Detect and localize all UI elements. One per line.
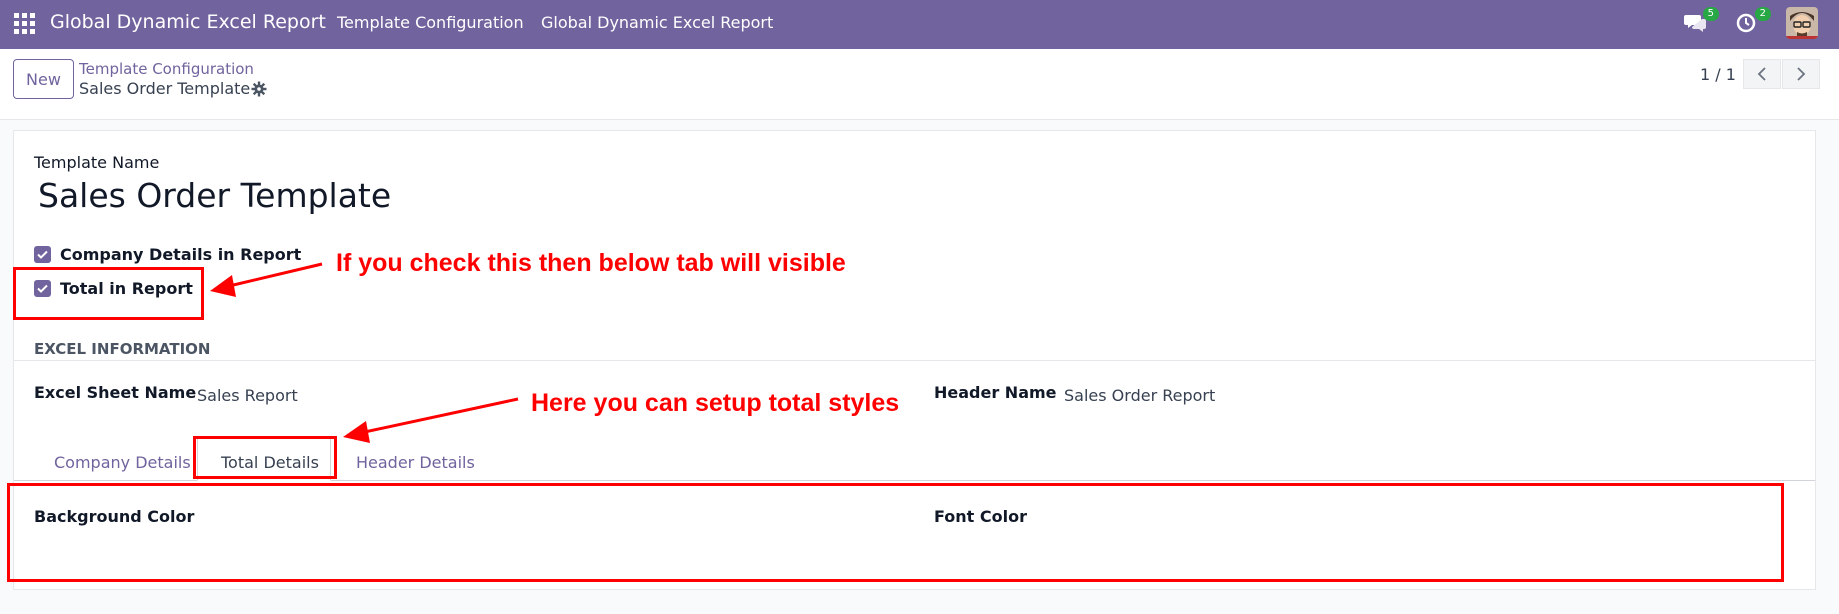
header-name-field[interactable]: Sales Order Report xyxy=(1064,386,1215,405)
breadcrumb-current: Sales Order Template xyxy=(79,79,251,98)
excel-sheet-name-label: Excel Sheet Name xyxy=(34,383,197,402)
apps-menu-icon[interactable] xyxy=(14,13,35,34)
header-name-label: Header Name xyxy=(934,383,1057,402)
gear-icon[interactable] xyxy=(251,81,267,97)
top-navbar: Global Dynamic Excel Report Template Con… xyxy=(0,0,1839,49)
annotation-note-2: Here you can setup total styles xyxy=(531,389,900,417)
breadcrumb-parent[interactable]: Template Configuration xyxy=(79,60,254,78)
total-in-report-checkbox[interactable] xyxy=(34,280,51,297)
messages-badge: 5 xyxy=(1702,7,1719,21)
control-panel: New Template Configuration Sales Order T… xyxy=(0,49,1839,120)
template-name-field[interactable]: Sales Order Template xyxy=(38,176,391,215)
company-details-checkbox[interactable] xyxy=(34,246,51,263)
check-icon xyxy=(37,284,48,293)
template-name-label: Template Name xyxy=(34,153,160,172)
section-divider xyxy=(14,360,1815,361)
total-in-report-label: Total in Report xyxy=(60,279,193,298)
tab-header-details[interactable]: Header Details xyxy=(356,453,475,472)
company-details-checkbox-row[interactable]: Company Details in Report xyxy=(34,245,301,264)
menu-global-dynamic-excel-report[interactable]: Global Dynamic Excel Report xyxy=(541,13,773,32)
pager-previous-button[interactable] xyxy=(1743,59,1781,89)
new-button[interactable]: New xyxy=(13,59,74,99)
company-details-label: Company Details in Report xyxy=(60,245,302,264)
form-sheet: Template Name Sales Order Template Compa… xyxy=(13,130,1816,590)
menu-template-configuration[interactable]: Template Configuration xyxy=(337,13,524,32)
pager-value[interactable]: 1 / 1 xyxy=(1700,65,1736,84)
annotation-note-1: If you check this then below tab will vi… xyxy=(336,249,846,277)
tab-total-details[interactable]: Total Details xyxy=(221,453,319,472)
check-icon xyxy=(37,250,48,259)
activities-badge: 2 xyxy=(1754,7,1771,21)
chevron-left-icon xyxy=(1757,67,1766,81)
messages-button[interactable]: 5 xyxy=(1683,7,1719,38)
tab-company-details[interactable]: Company Details xyxy=(54,453,191,472)
font-color-label: Font Color xyxy=(934,507,1027,526)
app-title[interactable]: Global Dynamic Excel Report xyxy=(50,11,326,33)
user-avatar[interactable] xyxy=(1786,7,1818,39)
total-in-report-checkbox-row[interactable]: Total in Report xyxy=(34,279,193,298)
pager-next-button[interactable] xyxy=(1782,59,1820,89)
chevron-right-icon xyxy=(1797,67,1806,81)
activities-button[interactable]: 2 xyxy=(1735,7,1771,38)
background-color-label: Background Color xyxy=(34,507,195,526)
excel-sheet-name-field[interactable]: Sales Report xyxy=(197,386,298,405)
section-title: EXCEL INFORMATION xyxy=(34,340,211,358)
